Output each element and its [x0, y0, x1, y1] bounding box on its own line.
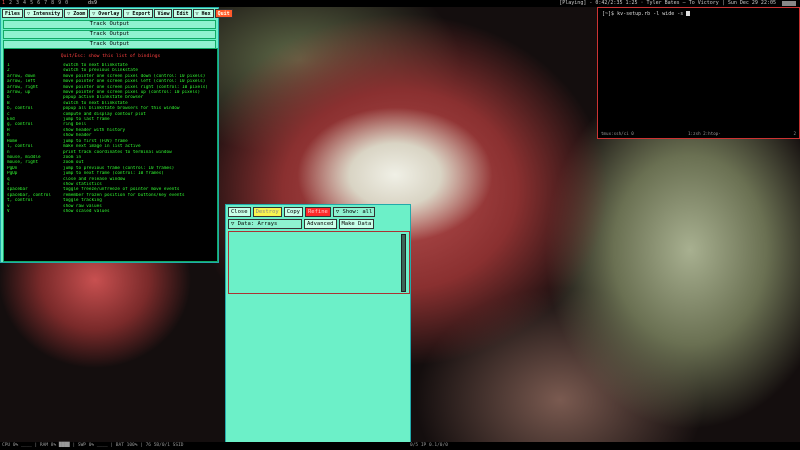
workspace-tag[interactable]: 6: [37, 0, 40, 7]
terminal-prompt-line: [~]$ kv-setup.rb -l wide -s: [602, 11, 691, 17]
workspace-tag[interactable]: 5: [30, 0, 33, 7]
help-title: Quit/Esc: show this list of bindings: [60, 54, 161, 59]
workspace-tag[interactable]: 9: [58, 0, 61, 7]
dialog-toolbar: Close Destroy Copy Refine ▽ Show: all: [228, 207, 408, 217]
cursor: [686, 11, 691, 16]
ds9-window: Files ▽ Intensity ▽ Zoom ▽ Overlay ▽ Exp…: [0, 7, 233, 263]
ds9-menubar: Files ▽ Intensity ▽ Zoom ▽ Overlay ▽ Exp…: [1, 8, 233, 19]
workspace-tags: 1234567890: [2, 0, 68, 7]
quit-button[interactable]: Quit: [214, 9, 233, 18]
refine-button[interactable]: Refine: [305, 207, 331, 217]
terminal-window[interactable]: [~]$ kv-setup.rb -l wide -s tmux:ssh/ci …: [597, 7, 800, 139]
workspace-tag[interactable]: 7: [44, 0, 47, 7]
workspace-tag[interactable]: 8: [51, 0, 54, 7]
menu-hex[interactable]: ▽ Hex: [192, 9, 214, 18]
track-output-button[interactable]: Track Output: [3, 30, 216, 39]
tmux-right: 2: [793, 131, 796, 136]
workspace-tag[interactable]: 1: [2, 0, 5, 7]
network-stats: 0/5 IP 0.1/0/0: [410, 443, 448, 448]
data-select[interactable]: ▽ Data: Arrays: [228, 219, 302, 229]
system-stats: CPU 0% ____ | RAM 8% ████ | SWP 0% ____ …: [2, 443, 184, 448]
help-list: 1 switch to next blinkstate 2 switch to pre…: [7, 63, 214, 214]
track-output-button[interactable]: Track Output: [3, 20, 216, 29]
menu-edit[interactable]: Edit: [173, 9, 192, 18]
data-plot-area[interactable]: [228, 231, 410, 294]
menu-intensity[interactable]: ▽ Intensity: [24, 9, 64, 18]
workspace-tag[interactable]: 2: [9, 0, 12, 7]
active-window-title: ds9: [88, 0, 98, 6]
tmux-status-bar: tmux:ssh/ci 0 1:zsh 2:htop- 2: [598, 130, 799, 137]
tray-icon[interactable]: [782, 1, 796, 6]
help-row: Vshow scaled values: [7, 209, 214, 214]
show-select[interactable]: ▽ Show: all: [332, 207, 376, 217]
workspace-tag[interactable]: 0: [65, 0, 68, 7]
tmux-session: tmux:ssh/ci 0: [601, 131, 634, 136]
copy-button[interactable]: Copy: [283, 207, 303, 217]
top-panel: 1234567890 ds9 [Playing] - 0:42/2:35 1:2…: [0, 0, 800, 7]
menu-files[interactable]: Files: [2, 9, 24, 18]
menu-overlay[interactable]: ▽ Overlay: [89, 9, 123, 18]
workspace-tag[interactable]: 3: [16, 0, 19, 7]
make-data-button[interactable]: Make Data: [338, 219, 375, 229]
help-desc: show scaled values: [63, 208, 110, 214]
workspace-tag[interactable]: 4: [23, 0, 26, 7]
menu-zoom[interactable]: ▽ Zoom: [64, 9, 89, 18]
help-key: V: [7, 208, 10, 214]
terminal-prompt: [~]$: [602, 11, 618, 17]
close-button[interactable]: Close: [228, 207, 251, 217]
scrollbar[interactable]: [401, 234, 406, 292]
bottom-panel: CPU 0% ____ | RAM 8% ████ | SWP 0% ____ …: [0, 442, 800, 450]
terminal-command: kv-setup.rb -l wide -s: [617, 11, 684, 17]
status-text: [Playing] - 0:42/2:35 1:25 · Tyler Bates…: [559, 0, 776, 6]
menu-view[interactable]: View: [154, 9, 173, 18]
destroy-button[interactable]: Destroy: [252, 207, 282, 217]
key-bindings-help: Quit/Esc: show this list of bindings 1 sw…: [3, 48, 218, 262]
tmux-windows: 1:zsh 2:htop-: [688, 131, 721, 136]
region-dialog: Close Destroy Copy Refine ▽ Show: all ▽ …: [225, 204, 411, 450]
menu-export[interactable]: ▽ Export: [123, 9, 154, 18]
dialog-toolbar-2: ▽ Data: Arrays Advanced Make Data: [228, 219, 408, 229]
advanced-button[interactable]: Advanced: [304, 219, 337, 229]
